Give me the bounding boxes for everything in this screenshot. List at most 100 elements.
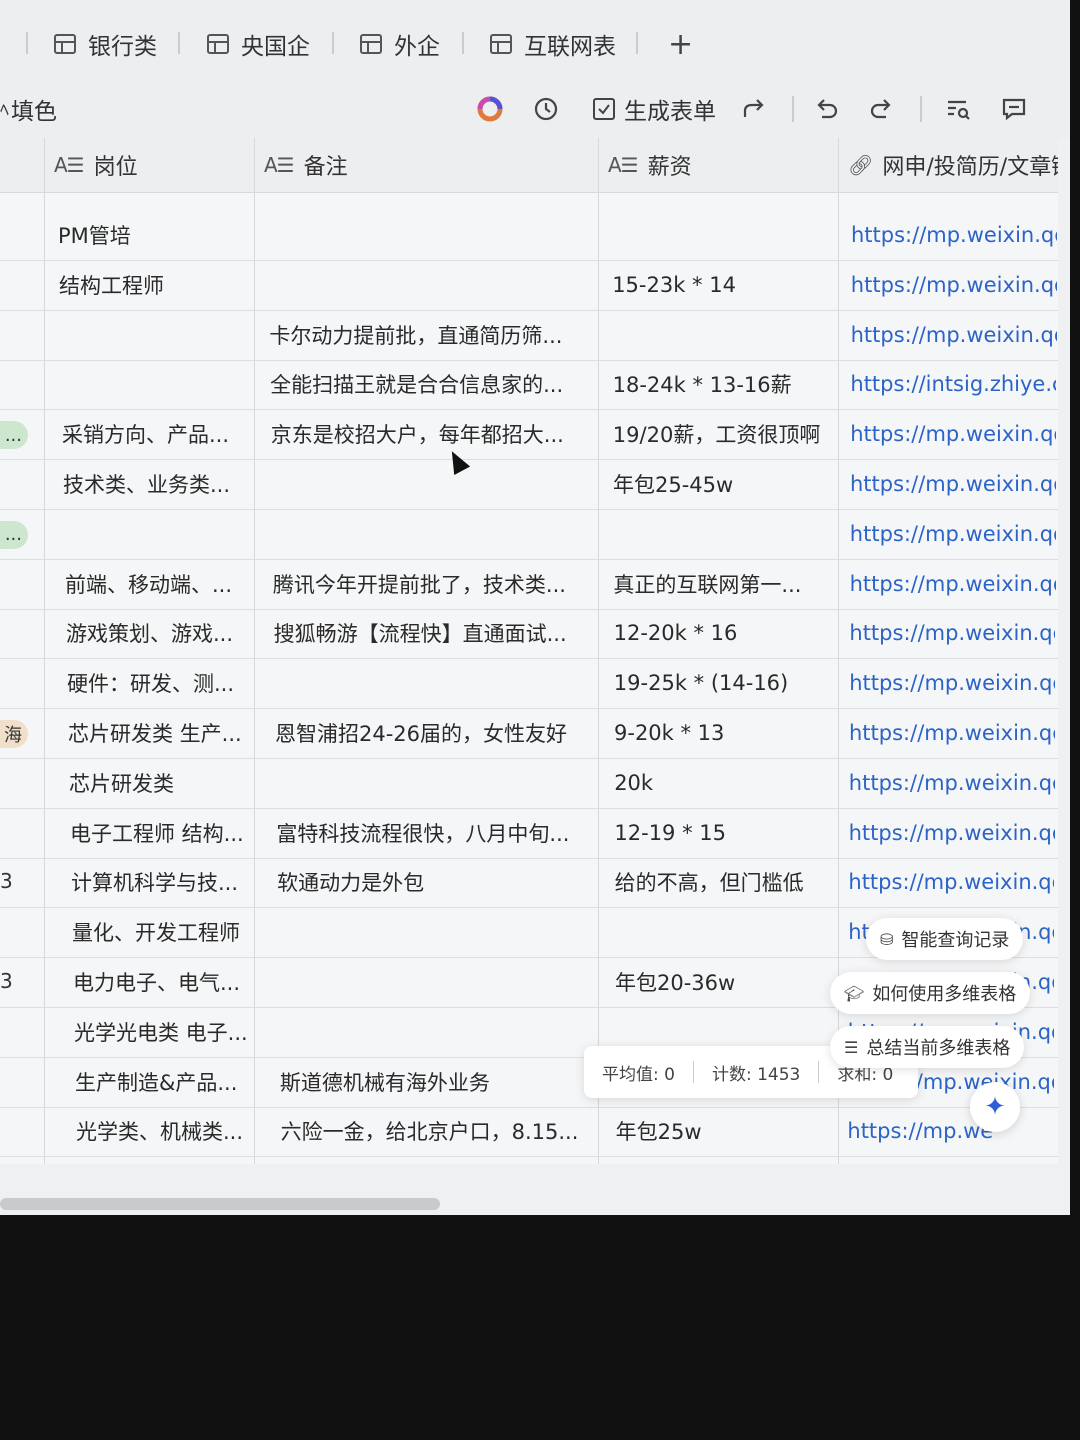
cell-position[interactable]: 电子工程师 结构... bbox=[70, 808, 260, 858]
cell-note[interactable] bbox=[276, 758, 596, 808]
ai-query-records-button[interactable]: ⛁ 智能查询记录 bbox=[866, 918, 1024, 960]
ai-sparkle-button[interactable]: ✦ bbox=[970, 1082, 1020, 1132]
tag-pill[interactable]: 海 bbox=[0, 720, 28, 748]
cell-position[interactable] bbox=[61, 359, 251, 409]
column-header-link[interactable]: 🔗︎ 网申/投简历/文章链 bbox=[848, 138, 1058, 192]
table-row[interactable]: ... https://mp.weixin.qq. bbox=[0, 509, 1058, 560]
cell-link[interactable]: https://mp.weixin.qq. bbox=[849, 808, 1055, 858]
cell-note[interactable] bbox=[272, 459, 592, 509]
table-row[interactable]: ... 采销方向、产品... 京东是校招大户，每年都招大... 19/20薪，工资很顶… bbox=[0, 409, 1058, 461]
cell-salary[interactable]: 19-25k * (14-16) bbox=[614, 658, 836, 708]
cell-link[interactable]: https://mp.weixin.qq. bbox=[851, 310, 1057, 360]
cell-position[interactable]: 硬件：研发、测... bbox=[67, 658, 257, 708]
ai-assistant-button[interactable] bbox=[476, 92, 504, 126]
stat-average[interactable]: 平均值: 0 bbox=[584, 1060, 693, 1085]
cell-link[interactable]: https://mp.weixin.qq. bbox=[850, 509, 1056, 559]
table-row[interactable]: 卡尔动力提前批，直通简历筛... https://mp.weixin.qq. bbox=[0, 310, 1058, 361]
cell-salary[interactable] bbox=[612, 210, 834, 260]
cell-position[interactable]: 结构工程师 bbox=[59, 260, 249, 310]
cell-note[interactable]: 恩智浦招24-26届的，女性友好 bbox=[275, 708, 595, 758]
cell-link[interactable]: https://mp.weixin.qq. bbox=[851, 260, 1057, 310]
cell-note[interactable] bbox=[279, 1007, 599, 1057]
search-list-button[interactable] bbox=[944, 92, 972, 126]
cell-note[interactable]: 腾讯今年开提前批了，技术类... bbox=[273, 559, 593, 609]
cell-salary[interactable]: 12-19 * 15 bbox=[614, 808, 836, 858]
horizontal-scrollbar[interactable] bbox=[0, 1198, 440, 1210]
cell-position[interactable]: 光学类、机械类... bbox=[76, 1106, 266, 1156]
cell-note[interactable]: 六险一金，给北京户口，8.15... bbox=[281, 1106, 601, 1156]
table-row[interactable]: 硬件：研发、测... 19-25k * (14-16) https://mp.wei… bbox=[0, 658, 1058, 710]
tab-foreign[interactable]: 外企 bbox=[360, 28, 440, 60]
cell-link[interactable]: https://mp.weixin.qq. bbox=[849, 658, 1055, 708]
cell-note[interactable] bbox=[268, 210, 588, 260]
add-tab-button[interactable]: + bbox=[668, 27, 693, 62]
cell-salary[interactable]: 12-20k * 16 bbox=[614, 608, 836, 658]
generate-form-button[interactable]: 生成表单 bbox=[592, 92, 716, 126]
undo-button[interactable] bbox=[812, 92, 840, 126]
table-row[interactable]: 3 计算机科学与技... 软通动力是外包 给的不高，但门槛低 https://mp.we… bbox=[0, 857, 1058, 909]
cell-salary[interactable]: 19/20薪，工资很顶啊 bbox=[613, 409, 835, 459]
cell-link[interactable]: https://mp.weixin.qq. bbox=[849, 758, 1055, 808]
cell-note[interactable] bbox=[279, 957, 599, 1007]
cell-note[interactable] bbox=[269, 260, 589, 310]
cell-position[interactable]: 游戏策划、游戏... bbox=[66, 608, 256, 658]
cell-salary[interactable] bbox=[613, 509, 835, 559]
table-row[interactable]: 技术类、业务类... 年包25-45w https://mp.weixin.qq. bbox=[0, 459, 1058, 510]
cell-position[interactable]: 量化、开发工程师 bbox=[72, 907, 262, 957]
table-row[interactable]: 全能扫描王就是合合信息家的... 18-24k * 13-16薪 https://i… bbox=[0, 359, 1058, 411]
cell-position[interactable]: 前端、移动端、... bbox=[65, 559, 255, 609]
ai-summarize-button[interactable]: ☰ 总结当前多维表格 bbox=[830, 1026, 1025, 1068]
column-header-salary[interactable]: A☰ 薪资 bbox=[608, 138, 692, 192]
cell-position[interactable]: 光学光电类 电子... bbox=[74, 1007, 264, 1057]
table-row[interactable]: 电子工程师 结构... 富特科技流程很快，八月中旬... 12-19 * 15 htt… bbox=[0, 808, 1058, 859]
fill-color-button[interactable]: ﾍ 填色 bbox=[0, 92, 57, 126]
tab-internet[interactable]: 互联网表 bbox=[490, 28, 616, 60]
tag-pill[interactable]: ... bbox=[0, 421, 28, 450]
cell-salary[interactable]: 给的不高，但门槛低 bbox=[615, 857, 837, 907]
cell-link[interactable]: https://mp.weixin.qq. bbox=[851, 210, 1057, 260]
table-row[interactable]: PM管培 https://mp.weixin.qq. bbox=[0, 210, 1058, 261]
ai-how-to-use-button[interactable]: 🎓︎ 如何使用多维表格 bbox=[830, 972, 1031, 1014]
column-header-note[interactable]: A☰ 备注 bbox=[264, 138, 348, 192]
cell-note[interactable]: 搜狐畅游【流程快】直通面试... bbox=[274, 608, 594, 658]
table-row[interactable]: 结构工程师 15-23k * 14 https://mp.weixin.qq. bbox=[0, 260, 1058, 311]
cell-link[interactable]: https://mp.weixin.qq. bbox=[850, 559, 1056, 609]
cell-salary[interactable]: 15-23k * 14 bbox=[612, 260, 834, 310]
cell-note[interactable]: 京东是校招大户，每年都招大... bbox=[271, 409, 591, 459]
cell-note[interactable]: 全能扫描王就是合合信息家的... bbox=[270, 359, 590, 409]
cell-salary[interactable]: 18-24k * 13-16薪 bbox=[613, 359, 835, 409]
cell-note[interactable]: 富特科技流程很快，八月中旬... bbox=[276, 808, 596, 858]
cell-salary[interactable]: 20k bbox=[614, 758, 836, 808]
cell-position[interactable]: 技术类、业务类... bbox=[63, 459, 253, 509]
cell-position[interactable] bbox=[60, 310, 250, 360]
row-left-cell[interactable]: 3 bbox=[0, 869, 13, 893]
cell-position[interactable]: 芯片研发类 bbox=[69, 758, 259, 808]
cell-note[interactable]: 斯道德机械有海外业务 bbox=[280, 1057, 600, 1107]
table-row[interactable]: 光学类、机械类... 六险一金，给北京户口，8.15... 年包25w https:/… bbox=[0, 1106, 1058, 1158]
cell-position[interactable]: PM管培 bbox=[58, 210, 248, 260]
cell-link[interactable]: https://mp.we bbox=[847, 1106, 1053, 1156]
stat-count[interactable]: 计数: 1453 bbox=[694, 1060, 818, 1085]
cell-link[interactable]: https://mp.weixin.qq. bbox=[849, 708, 1055, 758]
row-left-cell[interactable]: 3 bbox=[0, 969, 13, 993]
cell-link[interactable]: https://mp.weixin.qq. bbox=[850, 409, 1056, 459]
cell-position[interactable] bbox=[64, 509, 254, 559]
cell-position[interactable]: 生产制造&产品... bbox=[75, 1057, 265, 1107]
cell-link[interactable]: https://intsig.zhiye.c bbox=[850, 359, 1056, 409]
table-row[interactable]: 芯片研发类 20k https://mp.weixin.qq. bbox=[0, 758, 1058, 809]
cell-note[interactable]: 软通动力是外包 bbox=[277, 857, 597, 907]
cell-salary[interactable] bbox=[615, 907, 837, 957]
tab-soe[interactable]: 央国企 bbox=[207, 28, 310, 60]
cell-position[interactable]: 电力电子、电气... bbox=[73, 957, 263, 1007]
cell-position[interactable]: 芯片研发类 生产... bbox=[68, 708, 258, 758]
cell-salary[interactable]: 9-20k * 13 bbox=[614, 708, 836, 758]
cell-link[interactable]: https://mp.weixin.qq. bbox=[850, 459, 1056, 509]
cell-note[interactable]: 卡尔动力提前批，直通简历筛... bbox=[269, 310, 589, 360]
cell-link[interactable]: https://mp.weixin.qq. bbox=[849, 608, 1055, 658]
tag-pill[interactable]: ... bbox=[0, 520, 28, 549]
tab-bank[interactable]: 银行类 bbox=[54, 28, 157, 60]
redo-button[interactable] bbox=[868, 92, 896, 126]
cell-note[interactable] bbox=[272, 509, 592, 559]
share-button[interactable] bbox=[740, 92, 768, 126]
cell-salary[interactable] bbox=[612, 310, 834, 360]
